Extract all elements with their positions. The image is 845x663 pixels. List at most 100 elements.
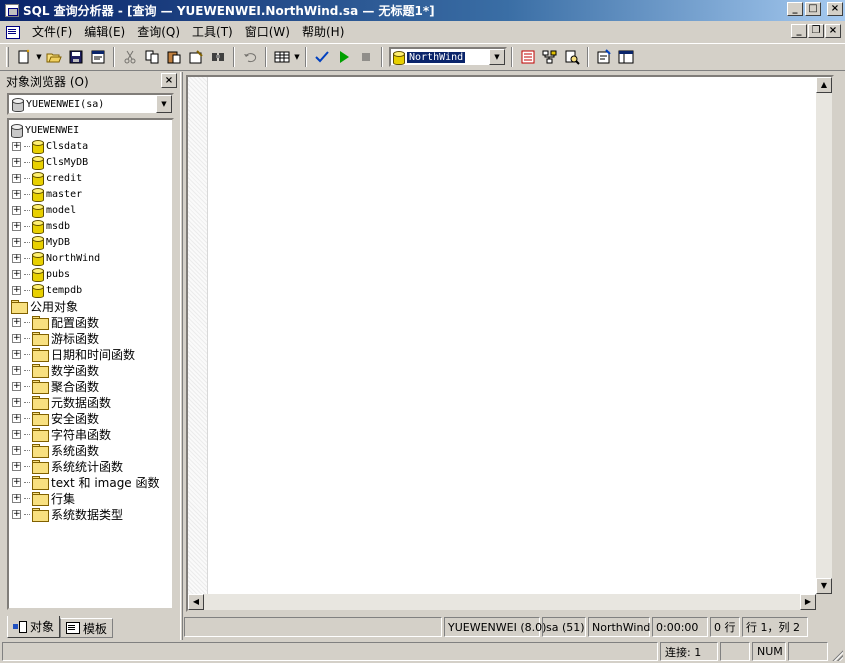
tree-function-group-node[interactable]: + 配置函数 bbox=[12, 314, 99, 330]
undo-button[interactable] bbox=[239, 46, 261, 68]
expand-toggle[interactable]: + bbox=[12, 157, 21, 167]
object-browser-toggle-button[interactable] bbox=[615, 46, 637, 68]
tree-function-group-node[interactable]: + 系统数据类型 bbox=[12, 506, 123, 522]
expand-toggle[interactable]: + bbox=[12, 445, 21, 455]
expand-toggle[interactable]: + bbox=[12, 413, 21, 423]
menu-query[interactable]: 查询(Q) bbox=[131, 23, 186, 40]
expand-toggle[interactable]: + bbox=[12, 237, 21, 247]
tree-function-group-node[interactable]: + 数学函数 bbox=[12, 362, 99, 378]
expand-toggle[interactable]: + bbox=[12, 269, 21, 279]
paste-button[interactable] bbox=[163, 46, 185, 68]
expand-toggle[interactable]: + bbox=[12, 461, 21, 471]
tree-database-node[interactable]: + NorthWind bbox=[12, 250, 100, 266]
mdi-close-button[interactable]: × bbox=[825, 24, 841, 38]
tree-function-group-node[interactable]: + 行集 bbox=[12, 490, 75, 506]
mdi-restore-button[interactable]: ❐ bbox=[808, 24, 824, 38]
scroll-left-button[interactable]: ◀ bbox=[188, 594, 204, 610]
query-editor[interactable]: ▲ ▼ ◀ ▶ bbox=[186, 75, 834, 612]
tree-function-group-node[interactable]: + 元数据函数 bbox=[12, 394, 111, 410]
vertical-scrollbar[interactable]: ▲ ▼ bbox=[816, 77, 832, 594]
tree-database-node[interactable]: + credit bbox=[12, 170, 82, 186]
find-button[interactable] bbox=[207, 46, 229, 68]
expand-toggle[interactable]: + bbox=[12, 493, 21, 503]
cut-button[interactable] bbox=[119, 46, 141, 68]
server-select[interactable]: YUEWENWEI(sa) ▼ bbox=[7, 93, 174, 115]
menu-help[interactable]: 帮助(H) bbox=[296, 23, 350, 40]
expand-toggle[interactable]: + bbox=[12, 477, 21, 487]
load-script-button[interactable] bbox=[87, 46, 109, 68]
object-tree[interactable]: YUEWENWEI + Clsdata + ClsMyDB + credit + master +… bbox=[7, 118, 174, 610]
tree-function-group-node[interactable]: + 日期和时间函数 bbox=[12, 346, 135, 362]
expand-toggle[interactable]: + bbox=[12, 333, 21, 343]
tree-function-group-node[interactable]: + 安全函数 bbox=[12, 410, 99, 426]
expand-toggle[interactable]: + bbox=[12, 141, 21, 151]
expand-toggle[interactable]: + bbox=[12, 173, 21, 183]
results-mode-dropdown-arrow[interactable]: ▼ bbox=[293, 53, 301, 61]
copy-button[interactable] bbox=[141, 46, 163, 68]
menu-window[interactable]: 窗口(W) bbox=[239, 23, 296, 40]
expand-toggle[interactable]: + bbox=[12, 365, 21, 375]
new-query-button[interactable] bbox=[13, 46, 35, 68]
show-execution-plan-button[interactable] bbox=[539, 46, 561, 68]
document-icon[interactable] bbox=[5, 25, 21, 39]
tree-function-group-node[interactable]: + 字符串函数 bbox=[12, 426, 111, 442]
tree-function-group-node[interactable]: + 游标函数 bbox=[12, 330, 99, 346]
tree-database-node[interactable]: + master bbox=[12, 186, 82, 202]
expand-toggle[interactable]: + bbox=[12, 397, 21, 407]
scroll-down-button[interactable]: ▼ bbox=[816, 578, 832, 594]
tree-function-group-node[interactable]: + 系统函数 bbox=[12, 442, 99, 458]
tab-objects[interactable]: 对象 bbox=[7, 616, 61, 638]
expand-toggle[interactable]: + bbox=[12, 509, 21, 519]
expand-toggle[interactable]: + bbox=[12, 317, 21, 327]
tree-database-node[interactable]: + pubs bbox=[12, 266, 70, 282]
database-select-dropdown-arrow[interactable]: ▼ bbox=[489, 49, 505, 65]
tree-server-node[interactable]: YUEWENWEI bbox=[11, 122, 79, 138]
database-select[interactable]: NorthWind ▼ bbox=[389, 47, 507, 67]
tab-templates[interactable]: 模板 bbox=[60, 618, 114, 638]
tree-database-node[interactable]: + tempdb bbox=[12, 282, 82, 298]
cancel-execution-button[interactable] bbox=[355, 46, 377, 68]
tree-function-group-node[interactable]: + text 和 image 函数 bbox=[12, 474, 160, 490]
tree-database-node[interactable]: + ClsMyDB bbox=[12, 154, 88, 170]
object-search-button[interactable] bbox=[517, 46, 539, 68]
resize-grip[interactable] bbox=[831, 649, 843, 661]
save-button[interactable] bbox=[65, 46, 87, 68]
tree-common-objects-node[interactable]: 公用对象 bbox=[11, 298, 78, 314]
expand-toggle[interactable]: + bbox=[12, 429, 21, 439]
panel-splitter[interactable] bbox=[180, 72, 183, 640]
scroll-up-button[interactable]: ▲ bbox=[816, 77, 832, 93]
object-browser-close-button[interactable]: × bbox=[161, 73, 177, 88]
horizontal-scrollbar[interactable]: ◀ ▶ bbox=[188, 594, 816, 610]
show-server-trace-button[interactable] bbox=[561, 46, 583, 68]
toolbar-grip[interactable] bbox=[6, 47, 9, 67]
expand-toggle[interactable]: + bbox=[12, 221, 21, 231]
tree-database-node[interactable]: + Clsdata bbox=[12, 138, 88, 154]
parse-query-button[interactable] bbox=[311, 46, 333, 68]
query-analyzer-app-icon[interactable] bbox=[5, 4, 19, 17]
expand-toggle[interactable]: + bbox=[12, 205, 21, 215]
close-button[interactable]: × bbox=[827, 2, 843, 16]
clear-window-button[interactable] bbox=[185, 46, 207, 68]
server-select-dropdown-arrow[interactable]: ▼ bbox=[156, 95, 172, 113]
tree-database-node[interactable]: + msdb bbox=[12, 218, 70, 234]
expand-toggle[interactable]: + bbox=[12, 349, 21, 359]
menu-edit[interactable]: 编辑(E) bbox=[78, 23, 131, 40]
maximize-button[interactable]: □ bbox=[805, 2, 821, 16]
properties-button[interactable] bbox=[593, 46, 615, 68]
expand-toggle[interactable]: + bbox=[12, 381, 21, 391]
expand-toggle[interactable]: + bbox=[12, 253, 21, 263]
mdi-minimize-button[interactable]: _ bbox=[791, 24, 807, 38]
results-mode-button[interactable] bbox=[271, 46, 293, 68]
scroll-right-button[interactable]: ▶ bbox=[800, 594, 816, 610]
open-button[interactable] bbox=[43, 46, 65, 68]
tree-database-node[interactable]: + MyDB bbox=[12, 234, 70, 250]
tree-database-node[interactable]: + model bbox=[12, 202, 76, 218]
minimize-button[interactable]: _ bbox=[787, 2, 803, 16]
tree-function-group-node[interactable]: + 聚合函数 bbox=[12, 378, 99, 394]
expand-toggle[interactable]: + bbox=[12, 285, 21, 295]
menu-file[interactable]: 文件(F) bbox=[26, 23, 78, 40]
new-query-dropdown-arrow[interactable]: ▼ bbox=[35, 53, 43, 61]
tree-function-group-node[interactable]: + 系统统计函数 bbox=[12, 458, 123, 474]
execute-query-button[interactable] bbox=[333, 46, 355, 68]
menu-tools[interactable]: 工具(T) bbox=[186, 23, 239, 40]
